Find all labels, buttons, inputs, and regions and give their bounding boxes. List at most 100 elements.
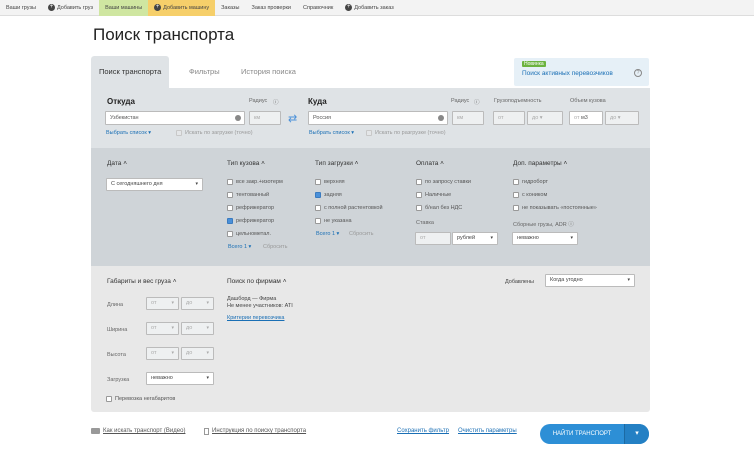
document-icon	[204, 427, 209, 435]
oversize-checkbox[interactable]: Перевозка негабаритов	[106, 396, 175, 402]
payment-option[interactable]: Наличные	[416, 192, 451, 198]
body-type-option[interactable]: тентованный	[227, 192, 269, 198]
extra-option[interactable]: с коником	[513, 192, 547, 198]
clear-icon[interactable]	[235, 115, 241, 121]
to-input[interactable]: Россия	[308, 111, 448, 125]
body-type-option[interactable]: все закр.+изотерм	[227, 179, 283, 185]
plus-icon: +	[47, 4, 55, 11]
chevron-down-icon[interactable]: ▾	[624, 424, 649, 444]
group-cargo-label: Сборные грузы, ADR ⓘ	[513, 222, 574, 228]
tab-filters[interactable]: Фильтры	[181, 56, 228, 88]
date-select[interactable]: С сегодняшнего дня ▾	[106, 178, 203, 191]
loading-type-header[interactable]: Тип загрузки ˄	[315, 160, 358, 167]
added-select[interactable]: Когда угодно ▾	[545, 274, 635, 287]
topbar-checks[interactable]: Заказ проверки	[246, 0, 298, 16]
loading-type-option[interactable]: задняя	[315, 192, 342, 198]
topbar-add-truck[interactable]: + Добавить машину	[148, 0, 216, 16]
height-from-input[interactable]: от ▾	[146, 347, 179, 360]
to-radius-input[interactable]: км	[452, 111, 484, 125]
capacity-to-input[interactable]: до ▾	[527, 111, 563, 125]
help-icon[interactable]: ?	[634, 69, 642, 77]
rate-input[interactable]: от	[415, 232, 451, 245]
help-icon[interactable]: ⓘ	[474, 98, 480, 106]
load-label: Загрузка	[107, 377, 130, 383]
plus-icon: +	[345, 4, 353, 11]
body-type-option[interactable]: цельнометал.	[227, 231, 271, 237]
find-transport-label[interactable]: НАЙТИ ТРАНСПОРТ	[540, 424, 624, 444]
video-help-link[interactable]: Как искать транспорт (Видео)	[91, 425, 185, 437]
tab-search-transport[interactable]: Поиск транспорта	[91, 56, 170, 88]
topbar-add-cargo[interactable]: + Добавить груз	[42, 0, 99, 16]
body-type-all-link[interactable]: Всего 1 ▾	[228, 244, 251, 250]
body-type-option[interactable]: рефрижератор	[227, 218, 274, 224]
extra-params-header[interactable]: Доп. параметры ˄	[513, 160, 567, 167]
promo-link[interactable]: Поиск активных перевозчиков	[522, 70, 613, 77]
topbar-directory[interactable]: Справочник	[297, 0, 339, 16]
topbar-orders[interactable]: Заказы	[215, 0, 245, 16]
payment-option[interactable]: б/нал без НДС	[416, 205, 462, 211]
chevron-down-icon: ▾	[206, 375, 209, 381]
chevron-down-icon: ▾	[627, 277, 630, 283]
to-radius-label: Радиус	[451, 98, 470, 104]
height-to-input[interactable]: до ▾	[181, 347, 214, 360]
to-select-list-link[interactable]: Выбрать список ▾	[309, 130, 354, 136]
currency-select[interactable]: рублей ▾	[452, 232, 498, 245]
load-select[interactable]: неважно ▾	[146, 372, 214, 385]
tab-history[interactable]: История поиска	[233, 56, 304, 88]
from-select-list-link[interactable]: Выбрать список ▾	[106, 130, 151, 136]
loading-type-option[interactable]: с полной растентовкой	[315, 205, 383, 211]
swap-icon[interactable]: ⇄	[288, 112, 297, 125]
payment-header[interactable]: Оплата ˄	[416, 160, 444, 167]
help-icon[interactable]: ⓘ	[273, 98, 279, 106]
from-radius-label: Радиус	[249, 98, 268, 104]
clear-params-link[interactable]: Очистить параметры	[458, 425, 517, 437]
clear-icon[interactable]	[438, 115, 444, 121]
date-header[interactable]: Дата ˄	[107, 160, 127, 167]
length-to-input[interactable]: до ▾	[181, 297, 214, 310]
save-filter-link[interactable]: Сохранить фильтр	[397, 425, 449, 437]
volume-label: Объем кузова	[570, 98, 606, 104]
body-type-option[interactable]: рефрижератор	[227, 205, 274, 211]
from-radius-input[interactable]: км	[249, 111, 281, 125]
topbar-my-trucks[interactable]: Ваши машины	[99, 0, 149, 16]
carrier-criteria-link[interactable]: Критерии перевозчика	[227, 315, 284, 321]
search-panel: Поиск транспорта Фильтры История поиска …	[91, 56, 650, 412]
loading-type-reset-link[interactable]: Сбросить	[349, 231, 373, 237]
loading-type-all-link[interactable]: Всего 1 ▾	[316, 231, 339, 237]
capacity-label: Грузоподъемность	[494, 98, 542, 104]
width-from-input[interactable]: от ▾	[146, 322, 179, 335]
loading-type-option[interactable]: не указана	[315, 218, 352, 224]
chevron-down-icon: ▾	[490, 235, 493, 241]
body-type-header[interactable]: Тип кузова ˄	[227, 160, 265, 167]
length-from-input[interactable]: от ▾	[146, 297, 179, 310]
youtube-icon	[91, 428, 100, 434]
route-section: Откуда Радиус ⓘ Узбекистан км Выбрать сп…	[91, 88, 650, 148]
company-search-line1: Дашборд — Фирма	[227, 296, 277, 302]
active-carriers-promo[interactable]: Новинка Поиск активных перевозчиков ?	[514, 58, 649, 86]
loading-type-option[interactable]: верхняя	[315, 179, 345, 185]
chevron-down-icon: ▾	[195, 181, 198, 187]
width-to-input[interactable]: до ▾	[181, 322, 214, 335]
instruction-link[interactable]: Инструкция по поиску транспорта	[204, 425, 306, 437]
tab-bar: Поиск транспорта Фильтры История поиска …	[91, 56, 650, 88]
page-title: Поиск транспорта	[93, 25, 235, 44]
group-cargo-select[interactable]: неважно ▾	[512, 232, 578, 245]
to-exact-checkbox[interactable]: Искать по разгрузке (точно)	[366, 130, 446, 136]
capacity-from-input[interactable]: от	[493, 111, 525, 125]
dimensions-section: Габариты и вес груза ˄ Длина от ▾ до ▾ Шир…	[91, 266, 650, 412]
extra-option[interactable]: гидроборт	[513, 179, 548, 185]
company-search-line2: Не менее участников: ATI	[227, 303, 293, 309]
body-type-reset-link[interactable]: Сбросить	[263, 244, 287, 250]
from-exact-checkbox[interactable]: Искать по загрузке (точно)	[176, 130, 253, 136]
to-label: Куда	[308, 97, 327, 106]
extra-option[interactable]: не показывать «постоянные»	[513, 205, 597, 211]
volume-to-input[interactable]: до ▾	[605, 111, 639, 125]
topbar-add-order[interactable]: + Добавить заказ	[339, 0, 399, 16]
volume-from-input[interactable]: от м3	[569, 111, 603, 125]
topbar-my-cargo[interactable]: Ваши грузы	[0, 0, 42, 16]
payment-option[interactable]: по запросу ставки	[416, 179, 471, 185]
find-transport-button[interactable]: НАЙТИ ТРАНСПОРТ ▾	[540, 424, 649, 444]
from-input[interactable]: Узбекистан	[105, 111, 245, 125]
company-search-header[interactable]: Поиск по фирмам ˄	[227, 278, 287, 285]
dimensions-header[interactable]: Габариты и вес груза ˄	[107, 278, 177, 285]
